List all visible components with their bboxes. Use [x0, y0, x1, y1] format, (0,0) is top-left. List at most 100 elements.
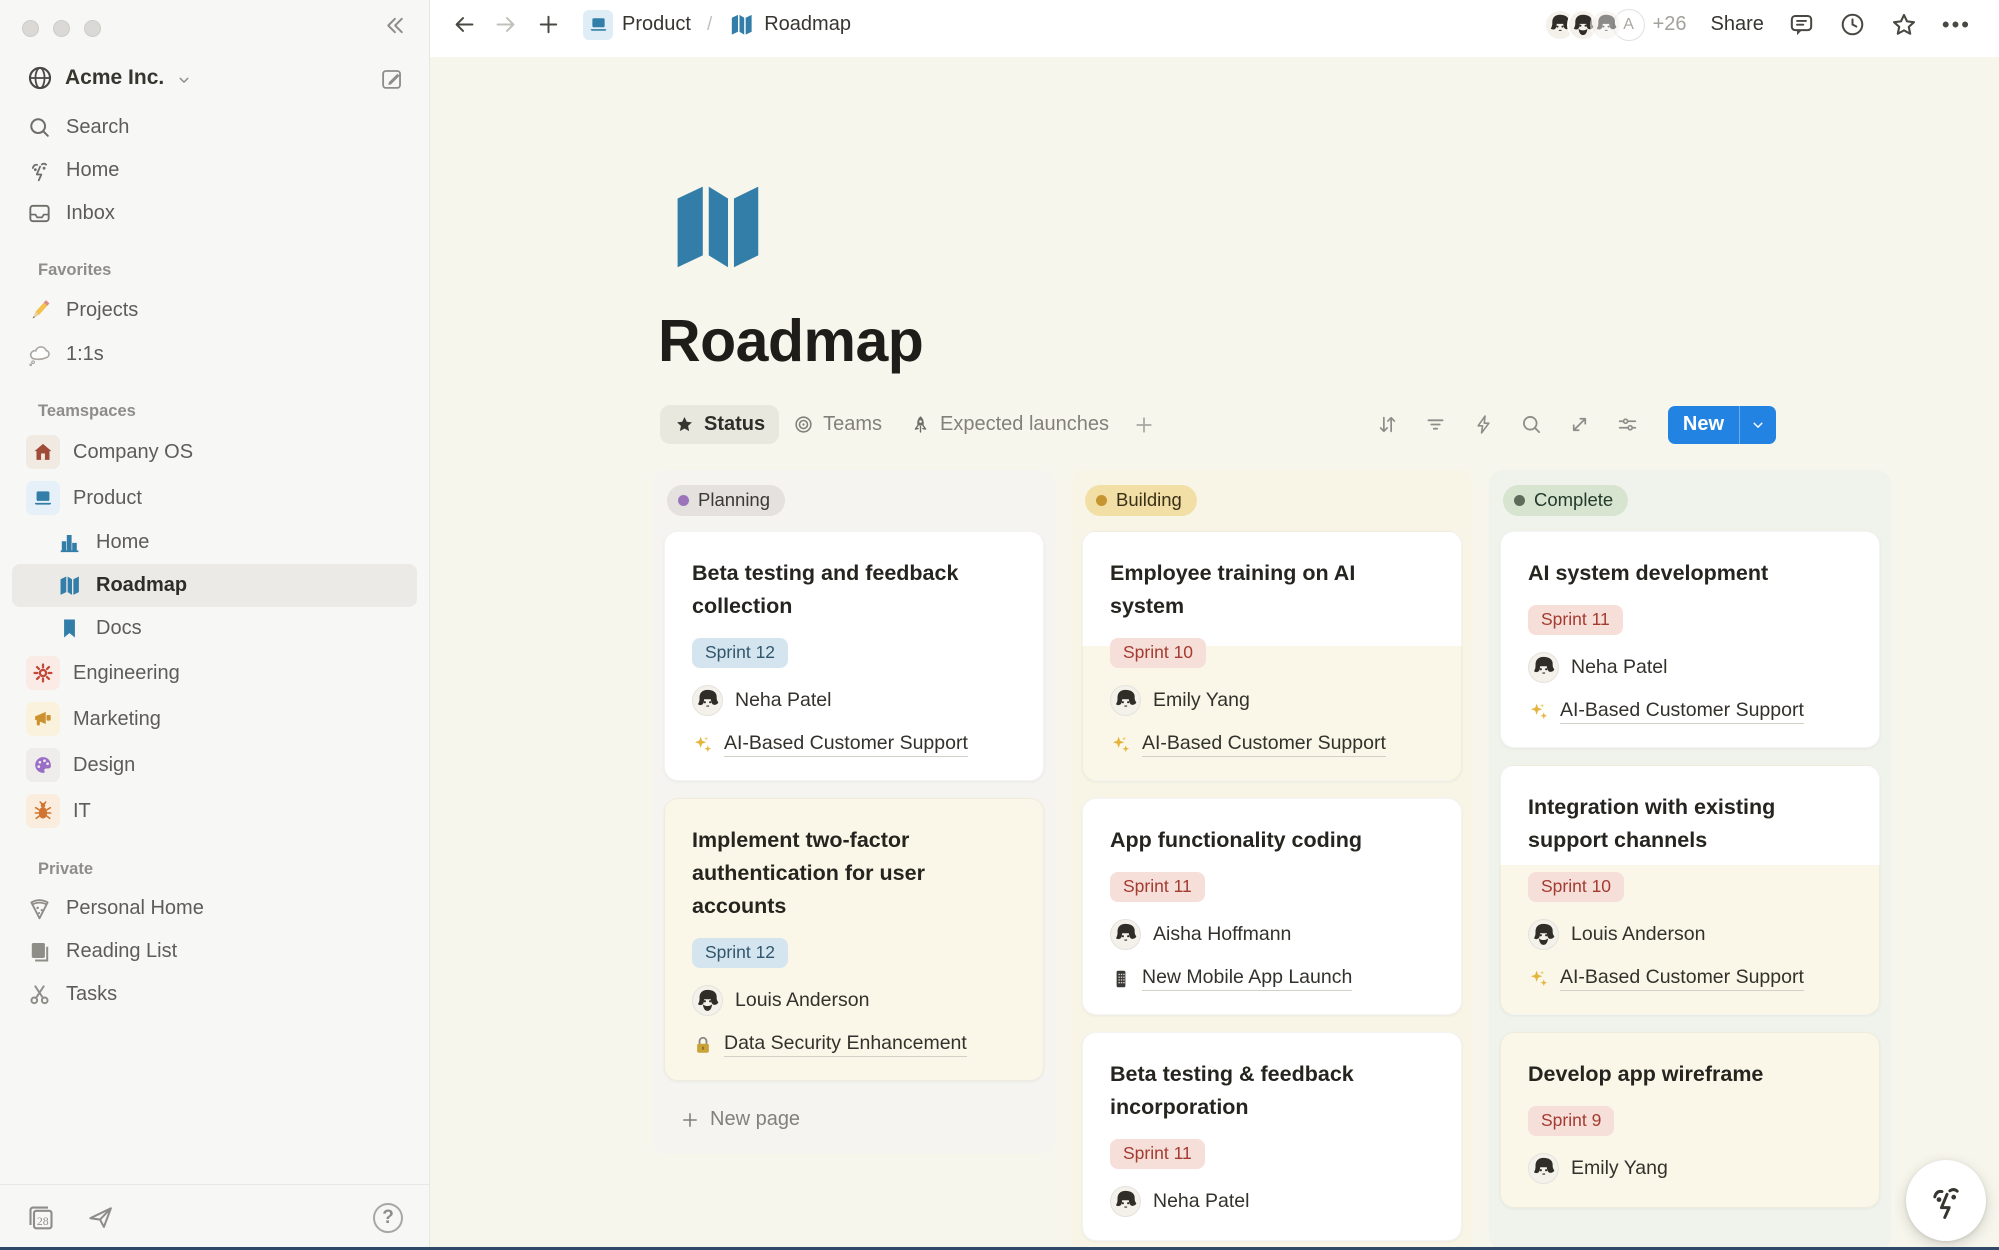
- project-link-row[interactable]: AI-Based Customer Support: [1528, 966, 1852, 991]
- sidebar-item-projects[interactable]: Projects: [12, 288, 417, 332]
- avatar: [1110, 685, 1141, 716]
- comments-icon[interactable]: [1788, 11, 1815, 38]
- expand-icon[interactable]: [1568, 413, 1591, 436]
- project-link-row[interactable]: AI-Based Customer Support: [1110, 732, 1434, 757]
- project-link-row[interactable]: Data Security Enhancement: [692, 1032, 1016, 1057]
- target-icon: [793, 414, 814, 435]
- card[interactable]: AI system development Sprint 11 Neha Pat…: [1500, 531, 1880, 748]
- column-header-planning[interactable]: Planning: [667, 485, 785, 516]
- add-view-icon[interactable]: [1133, 414, 1155, 436]
- column-header-complete[interactable]: Complete: [1503, 485, 1628, 516]
- history-clock-icon[interactable]: [1839, 11, 1866, 38]
- sidebar-collapse-icon[interactable]: [382, 13, 407, 38]
- card[interactable]: Beta testing & feedback incorporation Sp…: [1082, 1032, 1462, 1241]
- project-link[interactable]: AI-Based Customer Support: [724, 732, 968, 757]
- workspace-switcher[interactable]: Acme Inc.: [0, 50, 429, 102]
- assignee-name: Neha Patel: [1571, 656, 1667, 679]
- column-name: Complete: [1534, 489, 1613, 511]
- new-page-button[interactable]: New page: [664, 1098, 1044, 1141]
- project-link[interactable]: Data Security Enhancement: [724, 1032, 967, 1057]
- new-tab-plus-icon[interactable]: [536, 12, 561, 37]
- help-icon[interactable]: ?: [373, 1203, 403, 1233]
- share-button[interactable]: Share: [1711, 13, 1764, 36]
- back-icon[interactable]: [452, 12, 477, 37]
- project-link-row[interactable]: AI-Based Customer Support: [1528, 699, 1852, 724]
- sprint-tag: Sprint 12: [692, 638, 788, 668]
- sidebar-item-label: Product: [73, 487, 142, 510]
- card[interactable]: Integration with existing support channe…: [1500, 765, 1880, 1015]
- collaborator-avatars[interactable]: A +26: [1544, 9, 1687, 41]
- breadcrumb-product[interactable]: Product: [575, 6, 699, 44]
- sidebar-item-engineering[interactable]: Engineering: [12, 650, 417, 696]
- project-link[interactable]: AI-Based Customer Support: [1560, 699, 1804, 724]
- sidebar-item-tasks[interactable]: Tasks: [12, 973, 417, 1016]
- main-area: Product / Roadmap A +26 Share ••• Roadm: [430, 0, 1999, 1250]
- sidebar-item-product-docs[interactable]: Docs: [12, 607, 417, 650]
- card-title: Beta testing & feedback incorporation: [1110, 1058, 1434, 1124]
- view-settings-sliders-icon[interactable]: [1616, 413, 1639, 436]
- workspace-globe-icon: [26, 64, 54, 92]
- new-button-label[interactable]: New: [1668, 406, 1739, 444]
- tab-expected-launches[interactable]: Expected launches: [896, 405, 1123, 444]
- window-zoom-button[interactable]: [84, 20, 101, 37]
- sparkles-icon: [1528, 701, 1550, 723]
- column-header-building[interactable]: Building: [1085, 485, 1197, 516]
- sidebar-item-design[interactable]: Design: [12, 742, 417, 788]
- card-title: Develop app wireframe: [1528, 1058, 1852, 1091]
- project-link-row[interactable]: AI-Based Customer Support: [692, 732, 1016, 757]
- favorite-star-icon[interactable]: [1890, 11, 1918, 39]
- sidebar-item-label: Search: [66, 116, 129, 139]
- sidebar-item-home[interactable]: Home: [12, 149, 417, 192]
- breadcrumb-roadmap[interactable]: Roadmap: [720, 7, 859, 42]
- calendar-icon[interactable]: [26, 1203, 56, 1233]
- sidebar-item-company-os[interactable]: Company OS: [12, 429, 417, 475]
- sidebar-item-product[interactable]: Product: [12, 475, 417, 521]
- favorites-section-label: Favorites: [12, 235, 417, 288]
- window-close-button[interactable]: [22, 20, 39, 37]
- more-options-icon[interactable]: •••: [1942, 12, 1971, 38]
- assignee-name: Louis Anderson: [1571, 923, 1705, 946]
- new-button-dropdown[interactable]: [1739, 406, 1776, 444]
- paper-plane-icon[interactable]: [86, 1203, 115, 1232]
- window-minimize-button[interactable]: [53, 20, 70, 37]
- card[interactable]: Develop app wireframe Sprint 9 Emily Yan…: [1500, 1032, 1880, 1208]
- new-page-compose-icon[interactable]: [379, 66, 405, 92]
- breadcrumb-label: Product: [622, 13, 691, 36]
- sparkles-icon: [1110, 734, 1132, 756]
- sidebar-item-label: Engineering: [73, 662, 180, 685]
- search-icon[interactable]: [1520, 413, 1543, 436]
- project-link[interactable]: New Mobile App Launch: [1142, 966, 1352, 991]
- card[interactable]: Implement two-factor authentication for …: [664, 798, 1044, 1081]
- sidebar-item-product-roadmap[interactable]: Roadmap: [12, 564, 417, 607]
- project-link[interactable]: AI-Based Customer Support: [1560, 966, 1804, 991]
- notion-ai-button[interactable]: [1906, 1160, 1986, 1241]
- palette-icon: [26, 748, 60, 782]
- card[interactable]: Beta testing and feedback collection Spr…: [664, 531, 1044, 781]
- tab-status[interactable]: Status: [660, 405, 779, 444]
- project-link[interactable]: AI-Based Customer Support: [1142, 732, 1386, 757]
- sidebar-item-product-home[interactable]: Home: [12, 521, 417, 564]
- sidebar-item-inbox[interactable]: Inbox: [12, 192, 417, 235]
- project-link-row[interactable]: New Mobile App Launch: [1110, 966, 1434, 991]
- sidebar-item-it[interactable]: IT: [12, 788, 417, 834]
- sidebar-item-personal-home[interactable]: Personal Home: [12, 887, 417, 930]
- assignee-row: Emily Yang: [1110, 685, 1434, 716]
- tab-label: Status: [704, 413, 765, 436]
- page-map-icon[interactable]: [662, 171, 1999, 281]
- column-planning: Planning Beta testing and feedback colle…: [653, 470, 1055, 1154]
- topbar: Product / Roadmap A +26 Share •••: [430, 0, 1999, 57]
- sidebar-item-reading-list[interactable]: Reading List: [12, 930, 417, 973]
- assignee-row: Aisha Hoffmann: [1110, 919, 1434, 950]
- sidebar-item-search[interactable]: Search: [12, 106, 417, 149]
- tab-teams[interactable]: Teams: [779, 405, 896, 444]
- mobile-icon: [1110, 968, 1132, 990]
- card[interactable]: App functionality coding Sprint 11 Aisha…: [1082, 798, 1462, 1015]
- forward-icon[interactable]: [493, 12, 518, 37]
- filter-icon[interactable]: [1424, 413, 1447, 436]
- sidebar-item-marketing[interactable]: Marketing: [12, 696, 417, 742]
- card[interactable]: Employee training on AI system Sprint 10…: [1082, 531, 1462, 781]
- sidebar-item-1-1s[interactable]: 1:1s: [12, 332, 417, 376]
- sort-icon[interactable]: [1376, 413, 1399, 436]
- automation-bolt-icon[interactable]: [1472, 413, 1495, 436]
- new-button[interactable]: New: [1668, 406, 1776, 444]
